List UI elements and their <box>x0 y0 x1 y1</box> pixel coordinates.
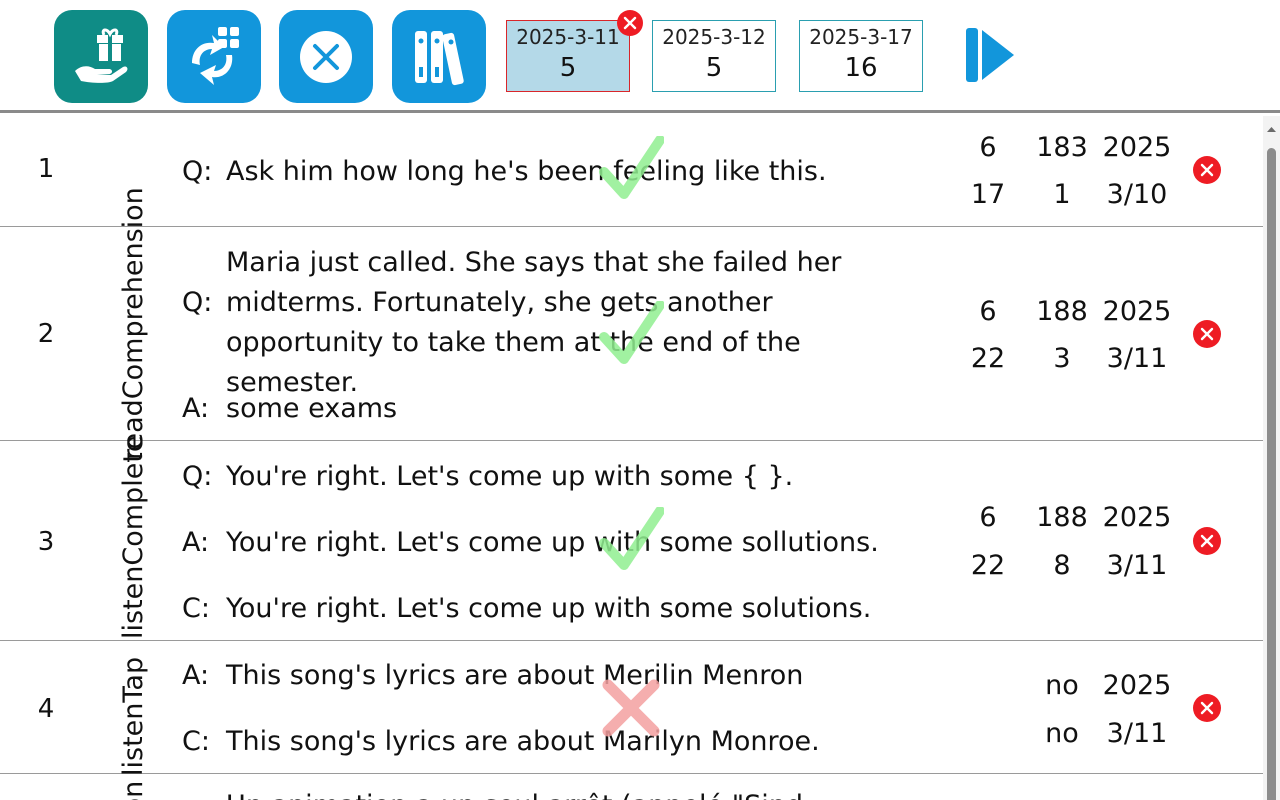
toolbar: 2025-3-11 5 2025-3-12 5 2025-3-17 16 <box>0 0 1280 113</box>
skip-forward-button[interactable] <box>964 26 1016 84</box>
stat-b2: 8 <box>1053 550 1071 581</box>
date-label: 2025-3-11 <box>516 25 620 49</box>
question-line: Q: Ask him how long he's been feeling lik… <box>182 152 942 192</box>
line-text: This song's lyrics are about Merilin Men… <box>226 660 804 691</box>
stat-b1: 188 <box>1036 502 1088 533</box>
line-label: A: <box>182 393 210 424</box>
question-line: Q: Maria just called. She says that she f… <box>182 243 942 403</box>
stat-a1: 6 <box>979 132 997 163</box>
answer-line: A: some exams <box>182 389 942 429</box>
stat-date: 3/11 <box>1106 343 1168 374</box>
line-text: You're right. Let's come up with some so… <box>226 527 879 558</box>
line-label: Q: <box>182 287 213 318</box>
list-item[interactable]: 3 Q: You're right. Let's come up with som… <box>0 441 1263 641</box>
list-item[interactable]: 1 Q: Ask him how long he's been feeling l… <box>0 116 1263 227</box>
type-label-column: speak readComprehension listenComplete l… <box>118 187 149 800</box>
question-line: Q: You're right. Let's come up with some … <box>182 457 942 497</box>
stat-year: 2025 <box>1102 296 1172 327</box>
row-number: 4 <box>37 694 55 724</box>
gift-button[interactable] <box>54 10 148 103</box>
stat-b1: 183 <box>1036 132 1088 163</box>
sync-apps-icon <box>182 25 246 89</box>
line-text: Ask him how long he's been feeling like … <box>226 156 827 187</box>
question-line: Un animation a un seul arrêt (appelé "Si… <box>182 786 942 800</box>
stat-year: 2025 <box>1102 132 1172 163</box>
stat-year: 2025 <box>1102 670 1172 701</box>
scrollbar[interactable] <box>1263 116 1280 800</box>
stat-a1: 6 <box>979 502 997 533</box>
date-count: 5 <box>559 53 577 83</box>
stat-date: 3/10 <box>1106 179 1168 210</box>
date-tab-3[interactable]: 2025-3-17 16 <box>799 20 923 92</box>
delete-icon[interactable] <box>1193 320 1221 348</box>
line-label: A: <box>182 527 210 558</box>
cross-icon <box>602 679 660 737</box>
date-count: 16 <box>844 53 878 83</box>
stat-b2: 3 <box>1053 343 1071 374</box>
line-text: some exams <box>226 393 398 424</box>
stat-a2: 17 <box>970 179 1006 210</box>
line-text: You're right. Let's come up with some { … <box>226 461 794 492</box>
date-tab-1[interactable]: 2025-3-11 5 <box>506 20 630 92</box>
delete-icon[interactable] <box>1193 527 1221 555</box>
sync-button[interactable] <box>167 10 261 103</box>
stat-date: 3/11 <box>1106 550 1168 581</box>
date-count: 5 <box>705 53 723 83</box>
line-label: A: <box>182 660 210 691</box>
row-number: 3 <box>37 527 55 557</box>
row-number: 2 <box>37 319 55 349</box>
scroll-thumb[interactable] <box>1267 148 1276 800</box>
library-button[interactable] <box>392 10 486 103</box>
correct-line: C: You're right. Let's come up with some … <box>182 589 942 629</box>
list-item[interactable]: Un animation a un seul arrêt (appelé "Si… <box>0 774 1263 800</box>
books-icon <box>411 27 467 87</box>
stat-year: 2025 <box>1102 502 1172 533</box>
correct-line: C: This song's lyrics are about Marilyn M… <box>182 722 942 762</box>
delete-icon[interactable] <box>1193 694 1221 722</box>
stat-a2: 22 <box>970 343 1006 374</box>
gift-hand-icon <box>71 27 131 87</box>
line-label: C: <box>182 593 210 624</box>
answer-line: A: You're right. Let's come up with some … <box>182 523 942 563</box>
line-text: This song's lyrics are about Marilyn Mon… <box>226 726 820 757</box>
stat-b2: no <box>1045 718 1079 749</box>
line-label: C: <box>182 726 210 757</box>
line-label: Q: <box>182 461 213 492</box>
line-text: You're right. Let's come up with some so… <box>226 593 872 624</box>
check-icon <box>599 301 664 364</box>
review-list: 1 Q: Ask him how long he's been feeling l… <box>0 116 1263 800</box>
stat-date: 3/11 <box>1106 718 1168 749</box>
stat-a2: 22 <box>970 550 1006 581</box>
skip-forward-icon <box>964 28 1016 88</box>
stat-b1: no <box>1045 670 1079 701</box>
date-remove-icon[interactable] <box>617 10 643 36</box>
close-button[interactable] <box>279 10 373 103</box>
close-circle-icon <box>298 29 354 85</box>
check-icon <box>599 136 664 199</box>
date-label: 2025-3-12 <box>662 25 766 49</box>
stat-b1: 188 <box>1036 296 1088 327</box>
date-tab-2[interactable]: 2025-3-12 5 <box>652 20 776 92</box>
check-icon <box>599 507 664 570</box>
line-label: Q: <box>182 156 213 187</box>
line-text: Un animation a un seul arrêt (appelé "Si… <box>226 786 926 800</box>
row-number: 1 <box>37 154 55 184</box>
list-item[interactable]: 2 Q: Maria just called. She says that she… <box>0 227 1263 441</box>
stat-b2: 1 <box>1053 179 1071 210</box>
line-text: Maria just called. She says that she fai… <box>226 247 842 398</box>
list-item[interactable]: 4 A: This song's lyrics are about Merilin… <box>0 641 1263 774</box>
answer-line: A: This song's lyrics are about Merilin M… <box>182 656 942 696</box>
delete-icon[interactable] <box>1193 156 1221 184</box>
stat-a1: 6 <box>979 296 997 327</box>
scroll-up-icon[interactable] <box>1263 122 1280 136</box>
date-label: 2025-3-17 <box>809 25 913 49</box>
